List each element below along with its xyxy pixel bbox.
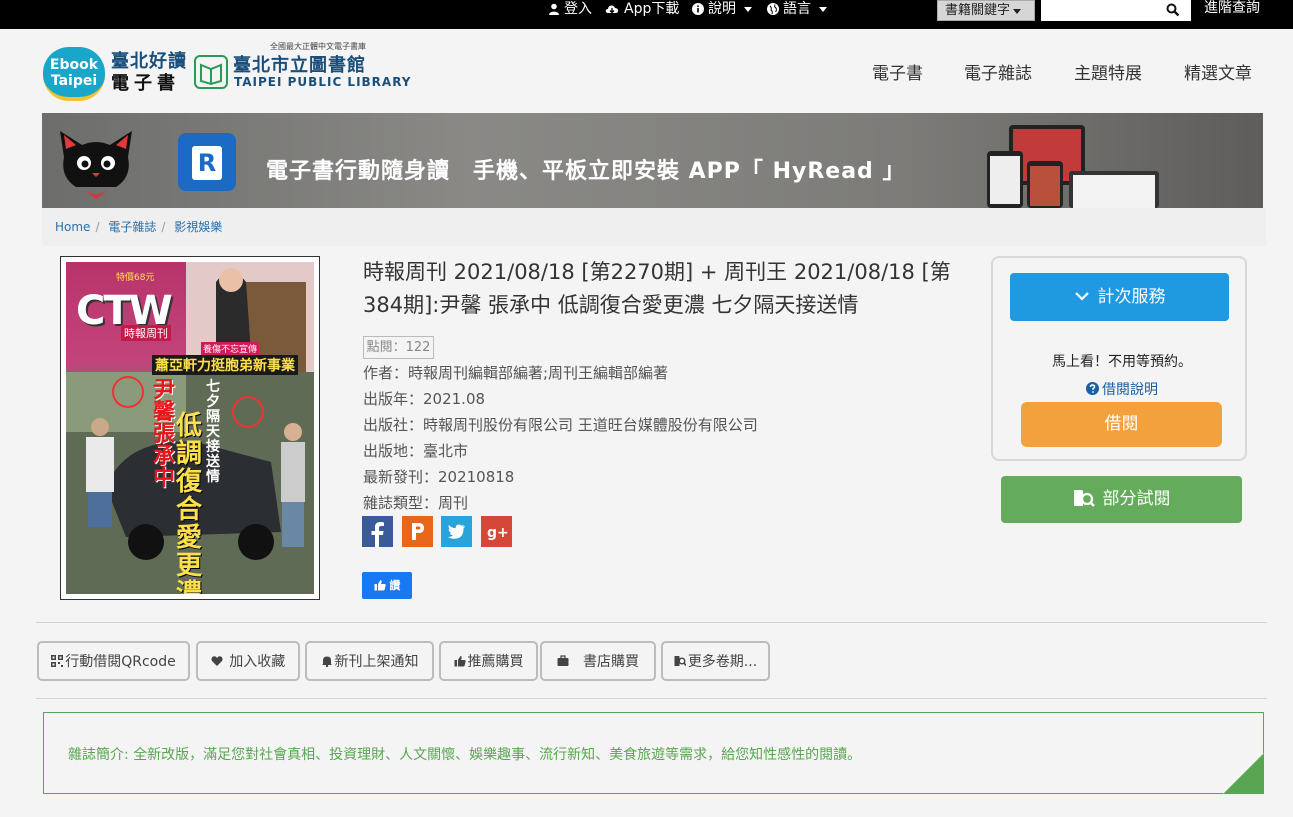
borrow-button[interactable]: 借閱 — [1021, 402, 1222, 447]
twitter-share-icon[interactable] — [441, 516, 472, 547]
author-line: 作者：時報周刊編輯部編著;周刊王編輯部編著 — [363, 364, 669, 382]
top-bar: 登入 App下載 說明 語言 書籍關鍵字 進階查詢 — [0, 0, 1293, 29]
partial-preview-button[interactable]: 部分試閱 — [1001, 476, 1242, 523]
bell-icon — [321, 656, 332, 667]
breadcrumb-home[interactable]: Home — [55, 220, 90, 234]
app-download-link[interactable]: App下載 — [604, 0, 679, 18]
advanced-search-link[interactable]: 進階查詢 — [1204, 0, 1260, 16]
plurk-share-icon[interactable] — [402, 516, 433, 547]
banner-text: 電子書行動隨身讀 手機、平板立即安裝 APP「 HyRead 」 — [266, 159, 906, 184]
library-name-en: TAIPEI PUBLIC LIBRARY — [234, 75, 412, 89]
briefcase-icon — [557, 655, 569, 666]
cover-headline-main: 低調復合愛更濃 — [176, 411, 203, 594]
divider — [36, 698, 1267, 699]
book-search-icon — [674, 656, 686, 666]
page-corner-fold — [1223, 753, 1264, 794]
cover-headline-side: 七夕隔天接送情 — [206, 379, 220, 485]
thumbs-up-icon — [374, 580, 386, 591]
publisher-line: 出版社：時報周刊股份有限公司 王道旺台媒體股份有限公司 — [363, 416, 758, 434]
breadcrumb-emagazines[interactable]: 電子雜誌 — [108, 220, 156, 234]
cover-logo-sub: 時報周刊 — [121, 325, 171, 341]
site-name-logo: 臺北好讀 電子書 — [111, 51, 187, 94]
cloud-download-icon — [605, 5, 619, 14]
bookstore-purchase-button[interactable]: 書店購買 — [540, 641, 656, 681]
chevron-down-icon — [819, 6, 827, 12]
svg-text:g+: g+ — [487, 525, 509, 541]
chevron-down-icon — [1013, 9, 1022, 14]
google-plus-share-icon[interactable]: g+ — [481, 516, 512, 547]
hyread-app-icon: R — [178, 133, 236, 191]
pay-per-use-service-button[interactable]: 計次服務 — [1010, 273, 1229, 321]
thumbs-up-icon — [454, 656, 466, 667]
cover-price: 特價68元 — [116, 273, 155, 283]
nav-themes[interactable]: 主題特展 — [1074, 59, 1142, 84]
devices-illustration — [987, 125, 1159, 208]
language-menu[interactable]: 語言 — [767, 0, 827, 18]
add-favorite-button[interactable]: 加入收藏 — [196, 641, 300, 681]
cover-headline-top: 蕭亞軒力挺胞弟新事業 — [152, 355, 298, 375]
qrcode-borrow-button[interactable]: 行動借閱QRcode — [37, 641, 190, 681]
info-circle-icon — [692, 3, 704, 15]
more-issues-button[interactable]: 更多卷期... — [661, 641, 770, 681]
search-icon[interactable] — [1166, 3, 1180, 17]
cover-headline-small: 養傷不忘宣傳 — [201, 342, 260, 355]
magazine-title: 時報周刊 2021/08/18 [第2270期] + 周刊王 2021/08/1… — [363, 260, 951, 317]
nav-ebooks[interactable]: 電子書 — [872, 59, 923, 84]
breadcrumb-entertainment[interactable]: 影視娛樂 — [174, 220, 222, 234]
view-count-badge: 點閱：122 — [363, 336, 434, 359]
library-logo-icon — [194, 55, 228, 89]
breadcrumb: Home / 電子雜誌 / 影視娛樂 — [42, 208, 1266, 246]
site-header: Ebook Taipei 臺北好讀 電子書 全國最大正體中文電子書庫 臺北市立圖… — [0, 29, 1293, 113]
globe-icon — [767, 3, 779, 15]
magazine-intro-text: 雜誌簡介: 全新改版，滿足您對社會真相、投資理財、人文關懷、娛樂趣事、流行新知、… — [68, 747, 862, 763]
recommend-purchase-button[interactable]: 推薦購買 — [439, 641, 538, 681]
hyread-app-banner[interactable]: R 電子書行動隨身讀 手機、平板立即安裝 APP「 HyRead 」 — [42, 113, 1263, 208]
nav-articles[interactable]: 精選文章 — [1184, 59, 1252, 84]
help-menu[interactable]: 說明 — [692, 0, 752, 18]
magazine-intro-box: 雜誌簡介: 全新改版，滿足您對社會真相、投資理財、人文關懷、娛樂趣事、流行新知、… — [43, 712, 1264, 794]
question-circle-icon — [1086, 382, 1099, 395]
latest-issue-line: 最新發刊：20210818 — [363, 468, 515, 486]
divider — [36, 622, 1267, 623]
pub-place-line: 出版地：臺北市 — [363, 442, 469, 460]
user-icon — [549, 3, 559, 15]
qrcode-icon — [51, 655, 64, 667]
heart-icon — [211, 656, 223, 666]
nav-emagazines[interactable]: 電子雜誌 — [964, 59, 1032, 84]
magazine-cover[interactable]: CTW 時報周刊 特價68元 養傷不忘宣傳 蕭亞軒力挺胞弟新事業 尹馨 張承中 … — [60, 256, 320, 600]
mag-type-line: 雜誌類型：周刊 — [363, 494, 469, 512]
facebook-like-button[interactable]: 讚 — [362, 572, 412, 599]
login-link[interactable]: 登入 — [548, 0, 592, 18]
pub-year-line: 出版年：2021.08 — [363, 390, 486, 408]
search-type-select[interactable]: 書籍關鍵字 — [937, 0, 1035, 21]
chevron-down-icon — [744, 6, 752, 12]
ebook-taipei-logo[interactable]: Ebook Taipei — [43, 47, 105, 101]
book-search-icon — [1073, 490, 1095, 507]
cat-mascot-icon — [60, 131, 132, 199]
new-issue-notify-button[interactable]: 新刊上架通知 — [305, 641, 434, 681]
no-wait-text: 馬上看！不用等預約。 — [1052, 354, 1192, 370]
borrow-help-link[interactable]: 借閱說明 — [991, 379, 1253, 399]
chevron-down-icon — [1074, 292, 1089, 301]
library-name: 臺北市立圖書館 — [233, 55, 366, 76]
facebook-share-icon[interactable] — [362, 516, 393, 547]
